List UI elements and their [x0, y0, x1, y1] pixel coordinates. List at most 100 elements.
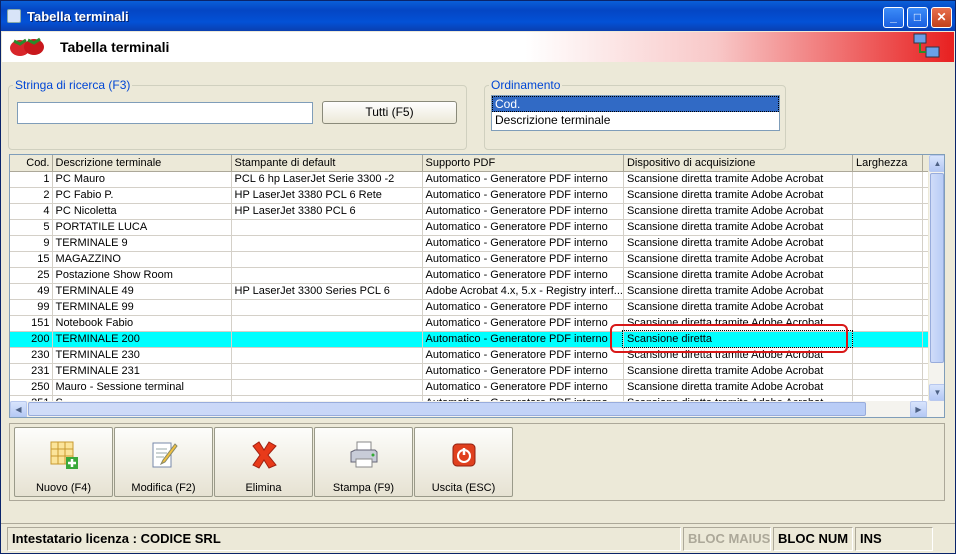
title-bar[interactable]: Tabella terminali _ □ ✕ [1, 1, 955, 31]
cell-code[interactable]: 15 [10, 251, 53, 268]
horizontal-scrollbar[interactable]: ◀ ▶ [10, 401, 944, 417]
column-header-pdf[interactable]: Supporto PDF [422, 155, 624, 172]
cell-printer[interactable] [231, 299, 423, 316]
cell-code[interactable]: 2 [10, 187, 53, 204]
cell-description[interactable]: TERMINALE 49 [52, 283, 232, 300]
cell-description[interactable]: PC Mauro [52, 171, 232, 188]
cell-pdf-support[interactable]: Automatico - Generatore PDF interno [422, 187, 624, 204]
scroll-up-button[interactable]: ▲ [929, 155, 944, 172]
cell-code[interactable]: 151 [10, 315, 53, 332]
cell-description[interactable]: Mauro - Sessione terminal [52, 379, 232, 396]
cell-pdf-support[interactable]: Automatico - Generatore PDF interno [422, 347, 624, 364]
cell-width[interactable] [852, 219, 923, 236]
cell-printer[interactable]: HP LaserJet 3380 PCL 6 [231, 203, 423, 220]
cell-printer[interactable]: PCL 6 hp LaserJet Serie 3300 -2 [231, 171, 423, 188]
minimize-button[interactable]: _ [883, 7, 904, 28]
cell-code[interactable]: 4 [10, 203, 53, 220]
cell-pdf-support[interactable]: Adobe Acrobat 4.x, 5.x - Registry interf… [422, 283, 624, 300]
cell-description[interactable]: MAGAZZINO [52, 251, 232, 268]
new-button[interactable]: Nuovo (F4) [14, 427, 113, 497]
edit-button[interactable]: Modifica (F2) [114, 427, 213, 497]
column-header-printer[interactable]: Stampante di default [231, 155, 423, 172]
cell-printer[interactable] [231, 315, 423, 332]
cell-printer[interactable] [231, 267, 423, 284]
column-header-width[interactable]: Larghezza [852, 155, 923, 172]
cell-description[interactable]: PC Fabio P. [52, 187, 232, 204]
maximize-button[interactable]: □ [907, 7, 928, 28]
vertical-scrollbar[interactable]: ▲ ▼ [928, 155, 944, 401]
cell-code[interactable]: 5 [10, 219, 53, 236]
delete-button[interactable]: Elimina [214, 427, 313, 497]
cell-acquisition-device[interactable]: Scansione diretta tramite Adobe Acrobat [623, 283, 853, 300]
cell-code[interactable]: 25 [10, 267, 53, 284]
table-row[interactable]: 4 PC Nicoletta HP LaserJet 3380 PCL 6 Autom… [10, 203, 938, 220]
cell-description[interactable]: TERMINALE 230 [52, 347, 232, 364]
cell-pdf-support[interactable]: Automatico - Generatore PDF interno [422, 315, 624, 332]
column-header-acquisition[interactable]: Dispositivo di acquisizione [623, 155, 853, 172]
cell-printer[interactable]: HP LaserJet 3380 PCL 6 Rete [231, 187, 423, 204]
cell-width[interactable] [852, 379, 923, 396]
cell-code[interactable]: 1 [10, 171, 53, 188]
cell-acquisition-device[interactable]: Scansione diretta tramite Adobe Acrobat [623, 203, 853, 220]
scroll-right-button[interactable]: ▶ [910, 401, 927, 417]
table-row[interactable]: 1 PC Mauro PCL 6 hp LaserJet Serie 3300 -2… [10, 171, 938, 188]
close-button[interactable]: ✕ [931, 7, 952, 28]
cell-width[interactable] [852, 171, 923, 188]
cell-code[interactable]: 200 [10, 331, 53, 348]
cell-width[interactable] [852, 299, 923, 316]
cell-acquisition-device[interactable]: Scansione diretta tramite Adobe Acrobat [623, 235, 853, 252]
cell-code[interactable]: 231 [10, 363, 53, 380]
cell-description[interactable]: Notebook Fabio [52, 315, 232, 332]
all-button[interactable]: Tutti (F5) [322, 101, 457, 124]
cell-acquisition-device[interactable]: Scansione diretta tramite Adobe Acrobat [623, 251, 853, 268]
cell-pdf-support[interactable]: Automatico - Generatore PDF interno [422, 251, 624, 268]
column-header-cod[interactable]: Cod. [10, 155, 53, 172]
cell-printer[interactable] [231, 251, 423, 268]
cell-description[interactable]: PORTATILE LUCA [52, 219, 232, 236]
cell-description[interactable]: TERMINALE 231 [52, 363, 232, 380]
terminals-grid[interactable]: Cod. Descrizione terminale Stampante di … [9, 154, 945, 418]
cell-width[interactable] [852, 203, 923, 220]
table-row[interactable]: 2 PC Fabio P. HP LaserJet 3380 PCL 6 Rete A… [10, 187, 938, 204]
table-row[interactable]: 5 PORTATILE LUCA Automatico - Generatore P… [10, 219, 938, 236]
cell-description[interactable]: TERMINALE 9 [52, 235, 232, 252]
cell-width[interactable] [852, 331, 923, 348]
exit-button[interactable]: Uscita (ESC) [414, 427, 513, 497]
cell-printer[interactable] [231, 219, 423, 236]
cell-width[interactable] [852, 315, 923, 332]
cell-acquisition-device[interactable]: Scansione diretta tramite Adobe Acrobat [623, 267, 853, 284]
cell-width[interactable] [852, 283, 923, 300]
cell-printer[interactable] [231, 363, 423, 380]
cell-description[interactable]: PC Nicoletta [52, 203, 232, 220]
cell-acquisition-device[interactable]: Scansione diretta tramite Adobe Acrobat [623, 219, 853, 236]
cell-pdf-support[interactable]: Automatico - Generatore PDF interno [422, 331, 624, 348]
cell-printer[interactable]: HP LaserJet 3300 Series PCL 6 [231, 283, 423, 300]
cell-acquisition-device[interactable]: Scansione diretta tramite Adobe Acrobat [623, 171, 853, 188]
cell-pdf-support[interactable]: Automatico - Generatore PDF interno [422, 379, 624, 396]
cell-pdf-support[interactable]: Automatico - Generatore PDF interno [422, 267, 624, 284]
cell-width[interactable] [852, 363, 923, 380]
sort-option-description[interactable]: Descrizione terminale [492, 112, 779, 128]
scroll-down-button[interactable]: ▼ [929, 384, 944, 401]
table-row[interactable]: 49 TERMINALE 49 HP LaserJet 3300 Series PC… [10, 283, 938, 300]
cell-pdf-support[interactable]: Automatico - Generatore PDF interno [422, 203, 624, 220]
cell-acquisition-device[interactable]: Scansione diretta tramite Adobe Acrobat [623, 379, 853, 396]
cell-width[interactable] [852, 347, 923, 364]
vertical-scroll-thumb[interactable] [930, 173, 944, 363]
cell-pdf-support[interactable]: Automatico - Generatore PDF interno [422, 219, 624, 236]
cell-description[interactable]: TERMINALE 99 [52, 299, 232, 316]
table-row[interactable]: 231 TERMINALE 231 Automatico - Generatore … [10, 363, 938, 380]
cell-width[interactable] [852, 187, 923, 204]
cell-code[interactable]: 49 [10, 283, 53, 300]
cell-printer[interactable] [231, 331, 423, 348]
cell-printer[interactable] [231, 347, 423, 364]
table-row[interactable]: 99 TERMINALE 99 Automatico - Generatore PD… [10, 299, 938, 316]
cell-acquisition-device[interactable]: Scansione diretta tramite Adobe Acrobat [623, 363, 853, 380]
print-button[interactable]: Stampa (F9) [314, 427, 413, 497]
table-row[interactable]: 9 TERMINALE 9 Automatico - Generatore PDF … [10, 235, 938, 252]
cell-code[interactable]: 9 [10, 235, 53, 252]
table-row[interactable]: 250 Mauro - Sessione terminal Automatico -… [10, 379, 938, 396]
cell-width[interactable] [852, 267, 923, 284]
cell-pdf-support[interactable]: Automatico - Generatore PDF interno [422, 299, 624, 316]
scroll-left-button[interactable]: ◀ [10, 401, 27, 417]
